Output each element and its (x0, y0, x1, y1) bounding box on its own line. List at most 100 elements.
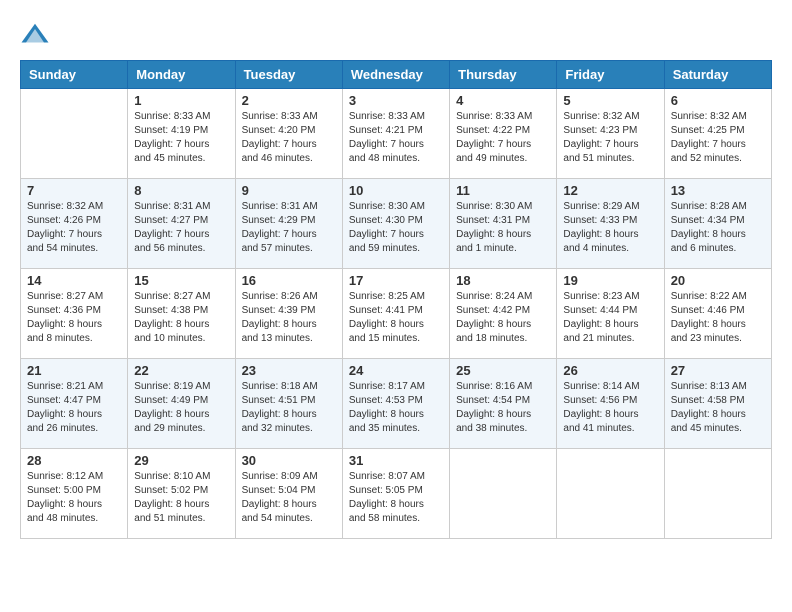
calendar-cell: 11Sunrise: 8:30 AMSunset: 4:31 PMDayligh… (450, 179, 557, 269)
calendar-cell: 19 Sunrise: 8:23 AMSunset: 4:44 PMDayligh… (557, 269, 664, 359)
calendar-cell: 25 Sunrise: 8:16 AMSunset: 4:54 PMDayligh… (450, 359, 557, 449)
day-number: 14 (27, 273, 121, 288)
calendar-cell: 22 Sunrise: 8:19 AMSunset: 4:49 PMDayligh… (128, 359, 235, 449)
calendar-cell: 10 Sunrise: 8:30 AMSunset: 4:30 PMDayligh… (342, 179, 449, 269)
calendar-cell: 8 Sunrise: 8:31 AMSunset: 4:27 PMDaylight… (128, 179, 235, 269)
day-number: 4 (456, 93, 550, 108)
day-number: 9 (242, 183, 336, 198)
calendar-cell: 23 Sunrise: 8:18 AMSunset: 4:51 PMDayligh… (235, 359, 342, 449)
calendar-cell: 9 Sunrise: 8:31 AMSunset: 4:29 PMDaylight… (235, 179, 342, 269)
day-info: Sunrise: 8:09 AMSunset: 5:04 PMDaylight:… (242, 470, 336, 526)
calendar-cell: 13Sunrise: 8:28 AMSunset: 4:34 PMDayligh… (664, 179, 771, 269)
day-info: Sunrise: 8:10 AMSunset: 5:02 PMDaylight:… (134, 470, 228, 526)
day-number: 1 (134, 93, 228, 108)
calendar-week-row: 21 Sunrise: 8:21 AMSunset: 4:47 PMDayligh… (21, 359, 772, 449)
day-info: Sunrise: 8:32 AMSunset: 4:26 PMDaylight:… (27, 200, 121, 256)
calendar-cell: 2 Sunrise: 8:33 AMSunset: 4:20 PMDaylight… (235, 89, 342, 179)
day-info: Sunrise: 8:33 AMSunset: 4:21 PMDaylight:… (349, 110, 443, 166)
day-info: Sunrise: 8:22 AMSunset: 4:46 PMDaylight:… (671, 290, 765, 346)
day-number: 30 (242, 453, 336, 468)
day-number: 25 (456, 363, 550, 378)
calendar-cell: 17 Sunrise: 8:25 AMSunset: 4:41 PMDayligh… (342, 269, 449, 359)
day-info: Sunrise: 8:25 AMSunset: 4:41 PMDaylight:… (349, 290, 443, 346)
calendar-week-row: 7 Sunrise: 8:32 AMSunset: 4:26 PMDaylight… (21, 179, 772, 269)
calendar-cell: 29 Sunrise: 8:10 AMSunset: 5:02 PMDayligh… (128, 449, 235, 539)
day-info: Sunrise: 8:23 AMSunset: 4:44 PMDaylight:… (563, 290, 657, 346)
calendar-cell: 1 Sunrise: 8:33 AMSunset: 4:19 PMDaylight… (128, 89, 235, 179)
day-number: 11 (456, 183, 550, 198)
calendar-cell: 15 Sunrise: 8:27 AMSunset: 4:38 PMDayligh… (128, 269, 235, 359)
day-number: 23 (242, 363, 336, 378)
calendar-cell: 21 Sunrise: 8:21 AMSunset: 4:47 PMDayligh… (21, 359, 128, 449)
day-number: 18 (456, 273, 550, 288)
day-number: 5 (563, 93, 657, 108)
day-info: Sunrise: 8:33 AMSunset: 4:19 PMDaylight:… (134, 110, 228, 166)
day-info: Sunrise: 8:14 AMSunset: 4:56 PMDaylight:… (563, 380, 657, 436)
day-info: Sunrise: 8:30 AMSunset: 4:30 PMDaylight:… (349, 200, 443, 256)
day-info: Sunrise: 8:27 AMSunset: 4:36 PMDaylight:… (27, 290, 121, 346)
day-number: 7 (27, 183, 121, 198)
day-info: Sunrise: 8:33 AMSunset: 4:22 PMDaylight:… (456, 110, 550, 166)
calendar-cell (557, 449, 664, 539)
day-info: Sunrise: 8:27 AMSunset: 4:38 PMDaylight:… (134, 290, 228, 346)
calendar-header-row: SundayMondayTuesdayWednesdayThursdayFrid… (21, 61, 772, 89)
day-info: Sunrise: 8:32 AMSunset: 4:25 PMDaylight:… (671, 110, 765, 166)
day-number: 2 (242, 93, 336, 108)
calendar-cell: 31 Sunrise: 8:07 AMSunset: 5:05 PMDayligh… (342, 449, 449, 539)
day-number: 22 (134, 363, 228, 378)
day-number: 31 (349, 453, 443, 468)
day-number: 28 (27, 453, 121, 468)
day-info: Sunrise: 8:31 AMSunset: 4:27 PMDaylight:… (134, 200, 228, 256)
day-number: 13 (671, 183, 765, 198)
day-info: Sunrise: 8:07 AMSunset: 5:05 PMDaylight:… (349, 470, 443, 526)
day-number: 15 (134, 273, 228, 288)
calendar-cell: 24Sunrise: 8:17 AMSunset: 4:53 PMDayligh… (342, 359, 449, 449)
calendar-cell: 27Sunrise: 8:13 AMSunset: 4:58 PMDayligh… (664, 359, 771, 449)
day-info: Sunrise: 8:33 AMSunset: 4:20 PMDaylight:… (242, 110, 336, 166)
day-info: Sunrise: 8:29 AMSunset: 4:33 PMDaylight:… (563, 200, 657, 256)
header-wednesday: Wednesday (342, 61, 449, 89)
calendar-cell: 6 Sunrise: 8:32 AMSunset: 4:25 PMDaylight… (664, 89, 771, 179)
calendar-cell: 28 Sunrise: 8:12 AMSunset: 5:00 PMDayligh… (21, 449, 128, 539)
calendar-cell (21, 89, 128, 179)
calendar-week-row: 28 Sunrise: 8:12 AMSunset: 5:00 PMDayligh… (21, 449, 772, 539)
day-info: Sunrise: 8:31 AMSunset: 4:29 PMDaylight:… (242, 200, 336, 256)
page-header (20, 20, 772, 50)
day-info: Sunrise: 8:16 AMSunset: 4:54 PMDaylight:… (456, 380, 550, 436)
calendar-cell: 12 Sunrise: 8:29 AMSunset: 4:33 PMDayligh… (557, 179, 664, 269)
calendar-table: SundayMondayTuesdayWednesdayThursdayFrid… (20, 60, 772, 539)
day-number: 10 (349, 183, 443, 198)
header-monday: Monday (128, 61, 235, 89)
calendar-cell: 5 Sunrise: 8:32 AMSunset: 4:23 PMDaylight… (557, 89, 664, 179)
day-number: 21 (27, 363, 121, 378)
day-number: 17 (349, 273, 443, 288)
day-info: Sunrise: 8:19 AMSunset: 4:49 PMDaylight:… (134, 380, 228, 436)
calendar-cell: 20 Sunrise: 8:22 AMSunset: 4:46 PMDayligh… (664, 269, 771, 359)
day-info: Sunrise: 8:21 AMSunset: 4:47 PMDaylight:… (27, 380, 121, 436)
header-sunday: Sunday (21, 61, 128, 89)
header-saturday: Saturday (664, 61, 771, 89)
calendar-cell: 14 Sunrise: 8:27 AMSunset: 4:36 PMDayligh… (21, 269, 128, 359)
day-info: Sunrise: 8:32 AMSunset: 4:23 PMDaylight:… (563, 110, 657, 166)
calendar-cell (664, 449, 771, 539)
day-number: 6 (671, 93, 765, 108)
calendar-cell: 16Sunrise: 8:26 AMSunset: 4:39 PMDayligh… (235, 269, 342, 359)
calendar-week-row: 14 Sunrise: 8:27 AMSunset: 4:36 PMDayligh… (21, 269, 772, 359)
day-number: 8 (134, 183, 228, 198)
day-number: 29 (134, 453, 228, 468)
calendar-cell (450, 449, 557, 539)
day-number: 12 (563, 183, 657, 198)
day-number: 19 (563, 273, 657, 288)
calendar-week-row: 1 Sunrise: 8:33 AMSunset: 4:19 PMDaylight… (21, 89, 772, 179)
logo-icon (20, 20, 50, 50)
header-tuesday: Tuesday (235, 61, 342, 89)
day-number: 20 (671, 273, 765, 288)
day-number: 24 (349, 363, 443, 378)
day-info: Sunrise: 8:13 AMSunset: 4:58 PMDaylight:… (671, 380, 765, 436)
header-thursday: Thursday (450, 61, 557, 89)
day-number: 16 (242, 273, 336, 288)
day-info: Sunrise: 8:12 AMSunset: 5:00 PMDaylight:… (27, 470, 121, 526)
calendar-cell: 30 Sunrise: 8:09 AMSunset: 5:04 PMDayligh… (235, 449, 342, 539)
day-info: Sunrise: 8:18 AMSunset: 4:51 PMDaylight:… (242, 380, 336, 436)
calendar-cell: 26Sunrise: 8:14 AMSunset: 4:56 PMDayligh… (557, 359, 664, 449)
